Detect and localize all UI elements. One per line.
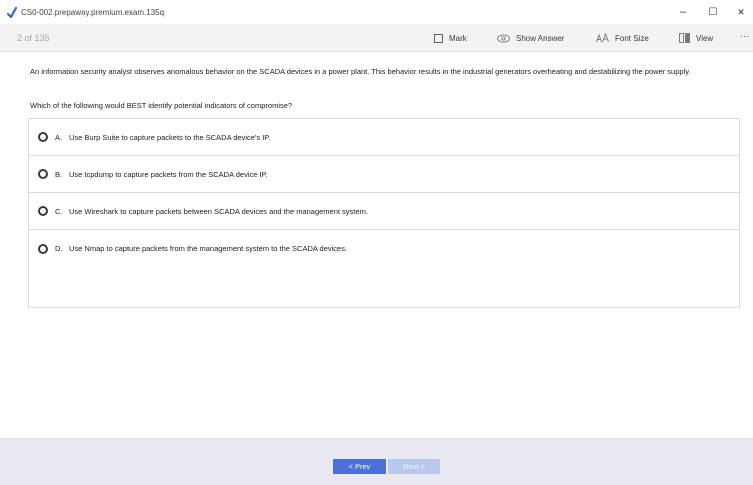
answer-text: Use Wireshark to capture packets between… xyxy=(69,206,368,216)
mark-icon xyxy=(434,33,443,43)
answer-letter: C. xyxy=(55,206,63,216)
title-bar: CS0-002.prepaway.premium.exam.135q xyxy=(0,0,753,24)
question-stem: An information security analyst observes… xyxy=(30,67,691,76)
font-size-icon xyxy=(596,33,609,43)
answer-option-a[interactable]: A. Use Burp Suite to capture packets to … xyxy=(29,119,739,156)
show-answer-label: Show Answer xyxy=(516,33,565,43)
show-answer-button[interactable]: Show Answer xyxy=(497,31,564,45)
window-title: CS0-002.prepaway.premium.exam.135q xyxy=(21,7,165,17)
radio-button[interactable] xyxy=(38,206,48,216)
footer-bar: < Prev Next > xyxy=(0,438,753,485)
answer-letter: D. xyxy=(55,244,63,253)
answer-text: Use tcpdump to capture packets from the … xyxy=(69,169,268,179)
app-icon xyxy=(7,6,17,18)
minimize-button[interactable]: – xyxy=(668,0,698,24)
mark-button[interactable]: Mark xyxy=(434,31,467,45)
question-prompt: Which of the following would BEST identi… xyxy=(30,101,293,110)
next-button[interactable]: Next > xyxy=(388,459,440,474)
radio-button[interactable] xyxy=(38,132,48,142)
font-size-label: Font Size xyxy=(615,33,649,43)
view-label: View xyxy=(696,33,714,43)
font-size-button[interactable]: Font Size xyxy=(596,31,649,45)
toolbar: 2 of 135 Mark Show Answer Font Size View… xyxy=(0,24,753,52)
view-button[interactable]: View xyxy=(679,31,713,45)
answer-letter: B. xyxy=(55,169,63,179)
answer-option-d[interactable]: D. Use Nmap to capture packets from the … xyxy=(29,230,739,267)
answer-text: Use Nmap to capture packets from the man… xyxy=(69,244,348,253)
question-counter: 2 of 135 xyxy=(17,33,50,43)
mark-label: Mark xyxy=(449,33,467,43)
close-button[interactable]: ✕ xyxy=(726,0,753,24)
answer-letter: A. xyxy=(55,132,63,142)
prev-button[interactable]: < Prev xyxy=(333,459,386,474)
radio-button[interactable] xyxy=(38,243,48,254)
question-area: An information security analyst observes… xyxy=(0,52,753,438)
show-answer-icon xyxy=(497,33,510,43)
radio-button[interactable] xyxy=(38,169,48,179)
answer-option-c[interactable]: C. Use Wireshark to capture packets betw… xyxy=(29,193,739,230)
view-icon xyxy=(679,33,690,43)
answer-option-b[interactable]: B. Use tcpdump to capture packets from t… xyxy=(29,156,739,193)
more-menu-button[interactable]: ··· xyxy=(740,31,749,41)
answer-list: A. Use Burp Suite to capture packets to … xyxy=(28,118,740,308)
answer-text: Use Burp Suite to capture packets to the… xyxy=(69,132,271,142)
maximize-button[interactable]: ☐ xyxy=(698,0,728,24)
